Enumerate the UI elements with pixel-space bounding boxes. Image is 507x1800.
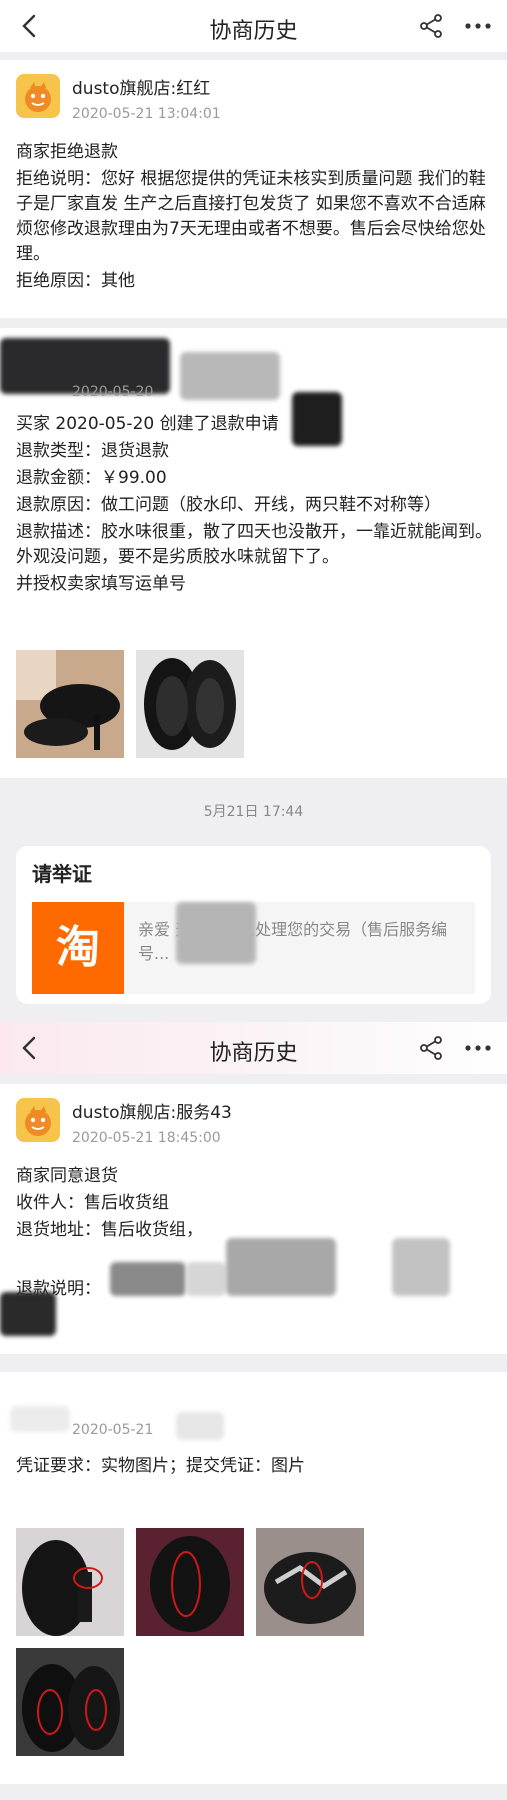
redacted-block [392,1238,450,1296]
record-time: 2020-05-21 13:04:01 [72,106,221,122]
evidence-message-box[interactable]: 淘 亲爱 天猫已介入处理您的交易（售后服务编号... [32,902,475,994]
record-refusal: dusto旗舰店:红红 2020-05-21 13:04:01 商家拒绝退款 拒… [0,60,507,318]
refund-amount: 退款金额：￥99.00 [16,468,167,488]
evidence-requirement: 凭证要求：实物图片；提交凭证：图片 [16,1456,305,1476]
authorization-note: 并授权卖家填写运单号 [16,574,186,594]
share-icon[interactable] [417,12,445,40]
shop-name: dusto旗舰店:红红 [72,79,211,99]
recipient: 收件人：售后收货组 [16,1193,169,1213]
more-dots-icon[interactable] [463,12,493,40]
evidence-photo[interactable] [16,650,124,758]
redacted-block [110,1262,186,1296]
redacted-block [180,352,280,400]
nav-bar: 协商历史 [0,0,507,52]
evidence-photo[interactable] [256,1528,364,1636]
record-time: 2020-05-21 [72,1422,154,1438]
evidence-photo[interactable] [136,650,244,758]
share-icon[interactable] [417,1034,445,1062]
refund-reason: 退款原因：做工问题（胶水印、开线，两只鞋不对称等） [16,495,441,515]
record-body: 凭证要求：实物图片；提交凭证：图片 [16,1454,493,1479]
evidence-photo[interactable] [16,1528,124,1636]
evidence-title: 请举证 [32,862,92,886]
refusal-reason: 拒绝原因：其他 [16,271,135,291]
shop-name: dusto旗舰店:服务43 [72,1103,232,1123]
record-body: 买家 2020-05-20 创建了退款申请 退款类型：退货退款 退款金额：￥99… [16,412,493,597]
record-refund-request: 2020-05-20 买家 2020-05-20 创建了退款申请 退款类型：退货… [0,328,507,778]
redacted-block [0,1292,56,1336]
redacted-block [10,1406,70,1432]
redacted-block [226,1238,336,1296]
shop-avatar [16,1098,60,1142]
request-created: 买家 2020-05-20 创建了退款申请 [16,414,279,434]
evidence-request-card[interactable]: 请举证 淘 亲爱 天猫已介入处理您的交易（售后服务编号... [16,846,491,1004]
evidence-photo[interactable] [16,1648,124,1756]
refund-type: 退款类型：退货退款 [16,441,169,461]
nav-bar-second: 协商历史 [0,1022,507,1074]
record-body: 商家拒绝退款 拒绝说明：您好 根据您提供的凭证未核实到质量问题 我们的鞋子是厂家… [16,140,493,294]
refund-description: 退款描述：胶水味很重，散了四天也没散开，一靠近就能闻到。外观没问题，要不是劣质胶… [16,522,492,567]
evidence-photo[interactable] [136,1528,244,1636]
redacted-block [176,902,256,964]
shop-avatar [16,74,60,118]
record-time: 2020-05-21 18:45:00 [72,1130,221,1146]
record-time: 2020-05-20 [72,384,154,400]
record-status: 商家拒绝退款 [16,142,118,162]
date-separator: 5月21日 17:44 [203,804,304,820]
redacted-block [176,1412,224,1440]
taobao-logo-icon: 淘 [32,902,124,994]
record-evidence-submitted: 2020-05-21 凭证要求：实物图片；提交凭证：图片 [0,1372,507,1784]
record-return-agreed: dusto旗舰店:服务43 2020-05-21 18:45:00 商家同意退货… [0,1084,507,1354]
more-dots-icon[interactable] [463,1034,493,1062]
refusal-note: 拒绝说明：您好 根据您提供的凭证未核实到质量问题 我们的鞋子是厂家直发 生产之后… [16,169,486,264]
record-status: 商家同意退货 [16,1166,118,1186]
redacted-block [186,1262,226,1296]
